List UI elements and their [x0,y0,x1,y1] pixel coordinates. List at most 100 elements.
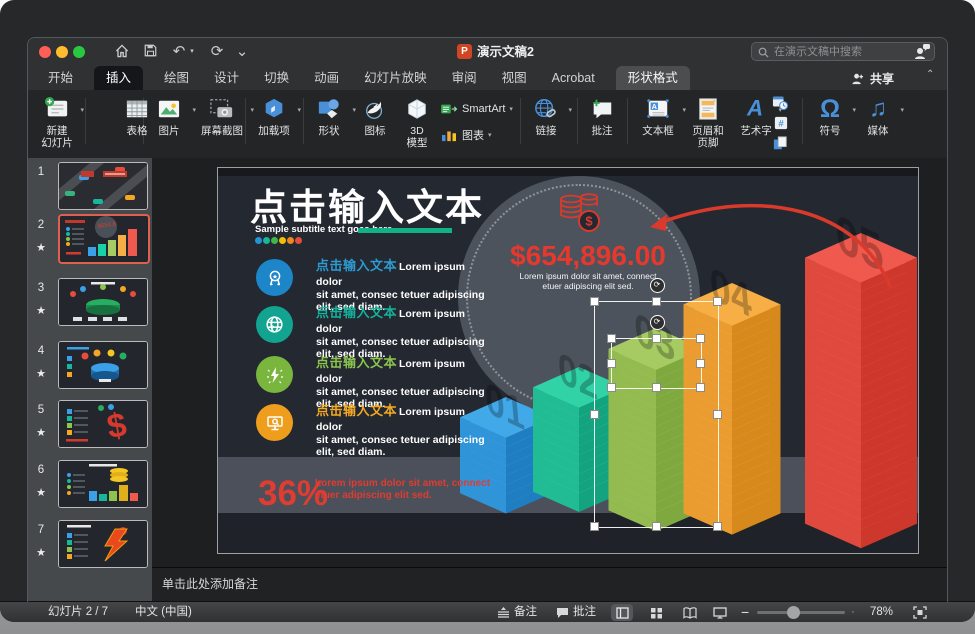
ribbon-button-symbol[interactable]: Ω ▾ 符号 [808,94,852,154]
slide-number-label: 5 [30,404,52,416]
ribbon-button-icons[interactable]: 图标 [354,94,396,154]
color-dot [295,237,302,244]
reading-view-button[interactable] [679,604,701,621]
slide-list-item-3[interactable]: 点击输入文本Lorem ipsum dolor sit amet, consec… [256,356,506,402]
tab-insert[interactable]: 插入 [94,66,143,90]
ribbon-button-shapes[interactable]: ▾ 形状 [306,94,352,154]
tab-animations[interactable]: 动画 [310,66,343,90]
slide-canvas: 0102030405 点击输入文本 Sample subtitle text g… [152,158,947,567]
slide-thumbnail-7[interactable] [58,520,148,568]
slide-thumbnail-1[interactable] [58,162,148,210]
notes-lines-icon [497,607,510,618]
document-title: 演示文稿2 [477,38,534,66]
fit-slide-to-window-button[interactable] [913,606,927,622]
minimize-button[interactable] [56,46,68,58]
smartart-icon [440,102,458,116]
coins-icon[interactable]: $ [556,192,604,236]
amount-text[interactable]: $654,896.00 [458,240,718,272]
redo-icon[interactable]: ⟳ [206,38,228,66]
header-footer-icon [682,94,734,124]
ribbon-button-screenshot[interactable]: ▾ 屏幕截图 [192,94,252,154]
close-button[interactable] [39,46,51,58]
animation-star-icon: ★ [30,486,52,499]
slideshow-view-button[interactable] [709,604,731,621]
ribbon-button-media[interactable]: ♫ ▾ 媒体 [856,94,900,154]
ribbon-button-comment[interactable]: 批注 [580,94,624,154]
window-frame: ↶ ▾ ⟳ ⌄ P 演示文稿2 在演示文稿中搜索 开始 插入 绘图 设计 切换 … [0,0,975,622]
new-comment-icon [580,94,624,124]
ribbon-button-picture[interactable]: ▾ 图片 [146,94,192,154]
slide-list-item-2[interactable]: 点击输入文本Lorem ipsum dolor sit amet, consec… [256,306,506,352]
slide-number-icon[interactable]: # [774,116,788,135]
slide-sorter-view-button[interactable] [645,604,667,621]
titlebar: ↶ ▾ ⟳ ⌄ P 演示文稿2 在演示文稿中搜索 [28,38,947,66]
tab-shape-format[interactable]: 形状格式 [616,66,690,90]
tab-review[interactable]: 审阅 [448,66,481,90]
zoom-level[interactable]: 78% [870,602,893,622]
tab-draw[interactable]: 绘图 [160,66,193,90]
ribbon-button-link[interactable]: ▾ 链接 [524,94,568,154]
notes-pane[interactable]: 单击此处添加备注 [152,567,947,601]
cube-icon [396,94,438,124]
energy-icon [256,356,293,393]
chart-bar-05[interactable]: 05 [805,202,917,549]
ribbon-display-options-icon[interactable]: ⌄ [234,38,250,66]
notes-placeholder: 单击此处添加备注 [162,577,258,591]
home-icon[interactable] [112,38,132,66]
zoom-slider-thumb[interactable] [787,606,800,619]
save-icon[interactable] [140,38,160,66]
ribbon-button-new-slide[interactable]: ▾ 新建 幻灯片 [32,94,82,154]
comment-bubble-icon [556,607,569,619]
music-note-icon: ♫ [856,94,900,124]
animation-star-icon: ★ [30,546,52,559]
slide-thumbnail-2[interactable]: $654,8 [58,214,150,264]
tab-slideshow[interactable]: 幻灯片放映 [360,66,431,90]
tab-acrobat[interactable]: Acrobat [548,66,599,90]
svg-text:#: # [778,119,784,130]
medal-icon [256,259,293,296]
add-person-icon [850,72,865,85]
tab-home[interactable]: 开始 [44,66,77,90]
slide-thumbnail-4[interactable] [58,341,148,389]
chart-bar-04[interactable]: 04 [684,257,781,534]
collapse-ribbon-icon[interactable]: ⌃ [926,69,934,80]
undo-icon[interactable]: ↶ [168,38,190,66]
omega-icon: Ω [808,94,852,124]
slide-editing-area[interactable]: 0102030405 点击输入文本 Sample subtitle text g… [217,167,919,554]
comments-toggle-button[interactable]: 批注 [556,602,596,622]
animation-star-icon: ★ [30,241,52,254]
ribbon-button-header-footer[interactable]: 页眉和 页脚 [682,94,734,154]
undo-dropdown-icon[interactable]: ▾ [188,38,196,66]
slide-title[interactable]: 点击输入文本 [250,177,484,231]
status-bar: 幻灯片 2 / 7 中文 (中国) 备注 批注 − [0,601,975,622]
insert-object-icon[interactable] [773,136,788,156]
language-indicator[interactable]: 中文 (中国) [135,602,192,622]
ribbon: ▾ 新建 幻灯片 ▾ 表格 ▾ 图片 ▾ 屏幕截图 [28,90,947,159]
zoom-button[interactable] [73,46,85,58]
slide-number-label: 2 [30,219,52,231]
slide-thumbnail-6[interactable] [58,460,148,508]
tab-design[interactable]: 设计 [210,66,243,90]
zoom-out-button[interactable]: − [741,602,749,622]
share-button[interactable]: 共享 [850,66,894,90]
slide-thumbnail-5[interactable]: $ [58,400,148,448]
slide-thumbnail-panel: 1 2 ★ $654,8 3 ★ 4 ★ 5 ★ $ 6 [28,158,152,601]
slide-number-label: 4 [30,345,52,357]
ribbon-button-smartart[interactable]: SmartArt▾ [440,98,513,120]
tab-transitions[interactable]: 切换 [260,66,293,90]
ribbon-button-3d-model[interactable]: 3D 模型 [396,94,438,154]
date-time-icon[interactable] [772,95,788,115]
slide-list-item-4[interactable]: 点击输入文本Lorem ipsum dolor sit amet, consec… [256,404,506,450]
notes-toggle-button[interactable]: 备注 [497,602,537,622]
ribbon-button-add-ins[interactable]: ▾ 加载项 [250,94,298,154]
normal-view-button[interactable] [611,604,633,621]
ribbon-tab-bar: 开始 插入 绘图 设计 切换 动画 幻灯片放映 审阅 视图 Acrobat 形状… [28,66,947,90]
zoom-slider-track[interactable] [757,611,845,614]
ribbon-button-text-box[interactable]: A ▾ 文本框 [634,94,682,154]
ribbon-button-chart[interactable]: 图表▾ [440,124,492,146]
presence-contact-icon[interactable] [912,42,932,67]
search-input[interactable]: 在演示文稿中搜索 [751,42,935,61]
slide-thumbnail-3[interactable] [58,278,148,326]
percent-caption-line1: Lorem ipsum dolor sit amet, connect [315,478,490,491]
tab-view[interactable]: 视图 [498,66,531,90]
